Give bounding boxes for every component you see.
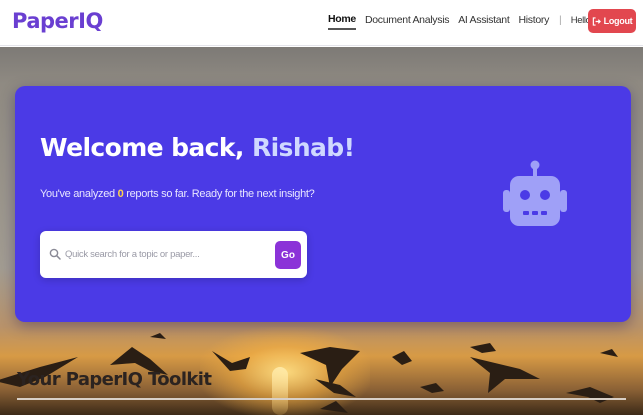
welcome-username: Rishab! — [251, 133, 355, 162]
robot-icon — [503, 160, 567, 226]
logout-icon — [592, 16, 601, 26]
search-input[interactable] — [65, 241, 265, 268]
brand-logo[interactable]: PaperIQ — [12, 9, 103, 33]
logout-label: Logout — [603, 16, 633, 26]
go-button[interactable]: Go — [275, 241, 301, 269]
welcome-prefix: Welcome back, — [40, 133, 244, 162]
subtitle-text-start: You've analyzed — [40, 188, 115, 200]
main-nav: Home Document Analysis AI Assistant Hist… — [328, 13, 625, 30]
subtitle-text-end: reports so far. Ready for the next insig… — [126, 188, 315, 200]
flying-birds-silhouettes — [0, 333, 618, 413]
logout-button[interactable]: Logout — [588, 9, 636, 33]
nav-history[interactable]: History — [518, 14, 549, 29]
nav-separator: | — [559, 14, 562, 26]
welcome-heading: Welcome back, Rishab! — [40, 133, 355, 162]
nav-ai-assistant[interactable]: AI Assistant — [458, 14, 510, 29]
top-navbar: PaperIQ Home Document Analysis AI Assist… — [0, 0, 643, 46]
report-count: 0 — [117, 188, 124, 200]
toolkit-section-title: Your PaperIQ Toolkit — [17, 369, 212, 390]
section-divider — [17, 398, 626, 400]
nav-home[interactable]: Home — [328, 13, 356, 30]
nav-document-analysis[interactable]: Document Analysis — [365, 14, 450, 29]
quick-search-box: Go — [40, 231, 307, 278]
search-icon — [49, 248, 61, 260]
welcome-subtitle: You've analyzed 0 reports so far. Ready … — [40, 188, 315, 200]
